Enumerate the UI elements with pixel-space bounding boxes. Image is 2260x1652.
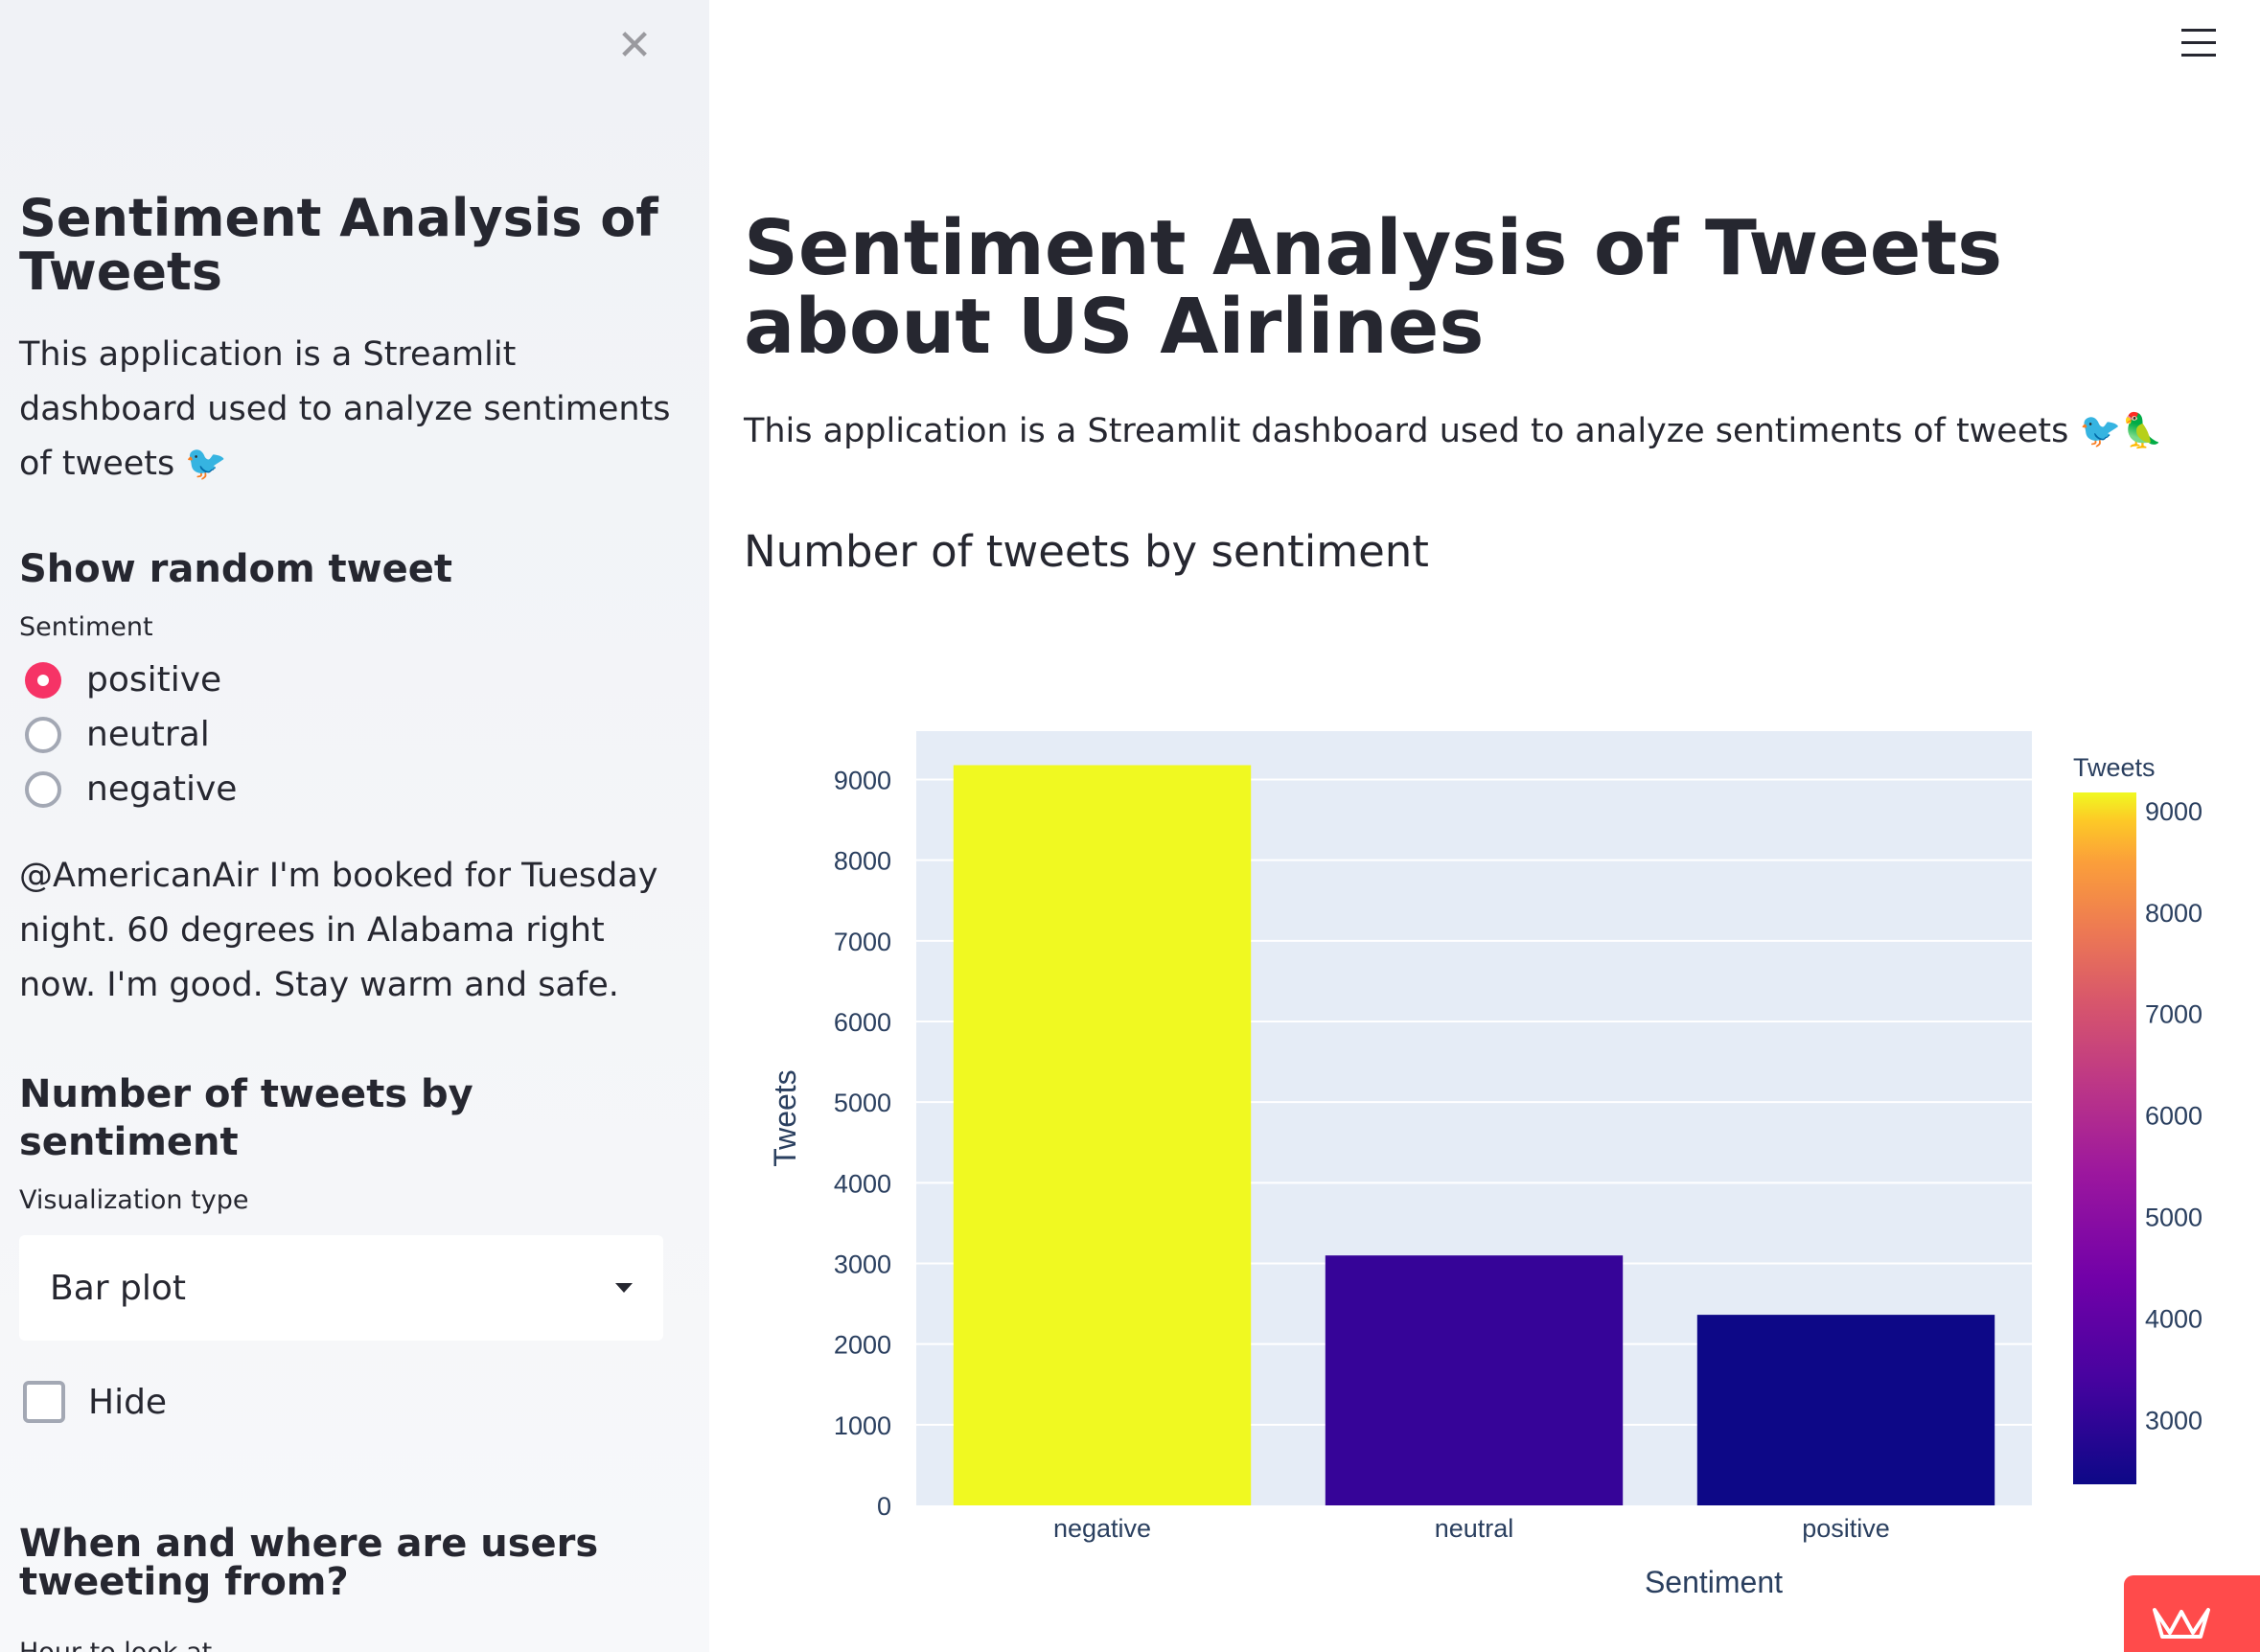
- colorbar-tick-label: 5000: [2145, 1204, 2202, 1232]
- radio-label-neutral: neutral: [86, 715, 210, 754]
- page-title: Sentiment Analysis of Tweets about US Ai…: [744, 204, 2003, 371]
- radio-label-positive: positive: [86, 660, 222, 700]
- radio-option-neutral[interactable]: neutral: [19, 707, 671, 762]
- location-section-heading: When and where are users tweeting from?: [19, 1522, 599, 1604]
- colorbar-tick-label: 4000: [2145, 1305, 2202, 1334]
- sentiment-radio-label: Sentiment: [19, 612, 153, 642]
- y-tick-label: 2000: [834, 1331, 891, 1360]
- x-tick-label: neutral: [1435, 1514, 1514, 1543]
- y-tick-label: 7000: [834, 928, 891, 956]
- y-tick-label: 8000: [834, 847, 891, 876]
- sentiment-radio-group: positive neutral negative: [19, 653, 671, 816]
- x-axis-title: Sentiment: [1645, 1565, 1783, 1599]
- bar-neutral[interactable]: [1325, 1255, 1624, 1505]
- colorbar-tick-label: 6000: [2145, 1102, 2202, 1131]
- radio-checked-icon[interactable]: [25, 661, 61, 699]
- visualization-type-value: Bar plot: [50, 1268, 186, 1308]
- visualization-type-select[interactable]: Bar plot: [19, 1235, 663, 1341]
- y-tick-label: 1000: [834, 1411, 891, 1440]
- visualization-type-label: Visualization type: [19, 1185, 249, 1215]
- colorbar-ticks: 3000 4000 5000 6000 7000 8000 9000: [2145, 797, 2202, 1435]
- colorbar-tick-label: 9000: [2145, 797, 2202, 826]
- sentiment-bar-chart[interactable]: 0 1000 2000 3000 4000 5000 6000 7000 8000 9000 ne…: [744, 690, 2258, 1610]
- y-tick-label: 6000: [834, 1008, 891, 1037]
- random-tweet-text: @AmericanAir I'm booked for Tuesday nigh…: [19, 857, 658, 1004]
- colorbar-tick-label: 8000: [2145, 899, 2202, 928]
- colorbar-title: Tweets: [2073, 753, 2156, 782]
- y-tick-label: 9000: [834, 767, 891, 795]
- colorbar-tick-label: 3000: [2145, 1407, 2202, 1435]
- sidebar-description: This application is a Streamlit dashboar…: [19, 335, 671, 483]
- radio-option-negative[interactable]: negative: [19, 762, 671, 816]
- x-tick-label: positive: [1802, 1514, 1890, 1543]
- chart-section-heading: Number of tweets by sentiment: [744, 526, 1429, 577]
- radio-label-negative: negative: [86, 769, 238, 809]
- radio-option-positive[interactable]: positive: [19, 653, 671, 707]
- x-axis-ticks: negative neutral positive: [1053, 1514, 1890, 1543]
- hide-checkbox-label: Hide: [88, 1382, 168, 1422]
- colorbar-tick-label: 7000: [2145, 1000, 2202, 1029]
- y-tick-label: 5000: [834, 1089, 891, 1117]
- hamburger-menu-icon[interactable]: [2181, 29, 2216, 66]
- y-tick-label: 4000: [834, 1169, 891, 1198]
- x-tick-label: negative: [1053, 1514, 1151, 1543]
- hide-checkbox[interactable]: [23, 1381, 65, 1423]
- y-axis-ticks: 0 1000 2000 3000 4000 5000 6000 7000 8000 9000: [834, 767, 891, 1522]
- radio-unchecked-icon[interactable]: [25, 770, 61, 808]
- y-tick-label: 0: [877, 1492, 891, 1521]
- close-icon[interactable]: ✕: [613, 25, 656, 67]
- bar-negative[interactable]: [953, 765, 1252, 1505]
- y-axis-title: Tweets: [768, 1069, 802, 1166]
- page-description: This application is a Streamlit dashboar…: [744, 412, 2163, 450]
- count-section-heading: Number of tweets by sentiment: [19, 1072, 473, 1164]
- chevron-down-icon[interactable]: [615, 1283, 633, 1293]
- hide-checkbox-row[interactable]: Hide: [19, 1373, 671, 1431]
- hour-slider-label: Hour to look at: [19, 1636, 671, 1652]
- colorbar: [2073, 792, 2136, 1484]
- random-tweet-heading: Show random tweet: [19, 547, 453, 591]
- streamlit-crown-icon[interactable]: [2124, 1575, 2260, 1652]
- y-tick-label: 3000: [834, 1250, 891, 1279]
- sidebar-content: Sentiment Analysis of Tweets This applic…: [19, 192, 671, 1652]
- sidebar: ✕ Sentiment Analysis of Tweets This appl…: [0, 0, 709, 1652]
- sidebar-title: Sentiment Analysis of Tweets: [19, 188, 658, 302]
- radio-unchecked-icon[interactable]: [25, 716, 61, 753]
- bar-positive[interactable]: [1696, 1315, 1995, 1505]
